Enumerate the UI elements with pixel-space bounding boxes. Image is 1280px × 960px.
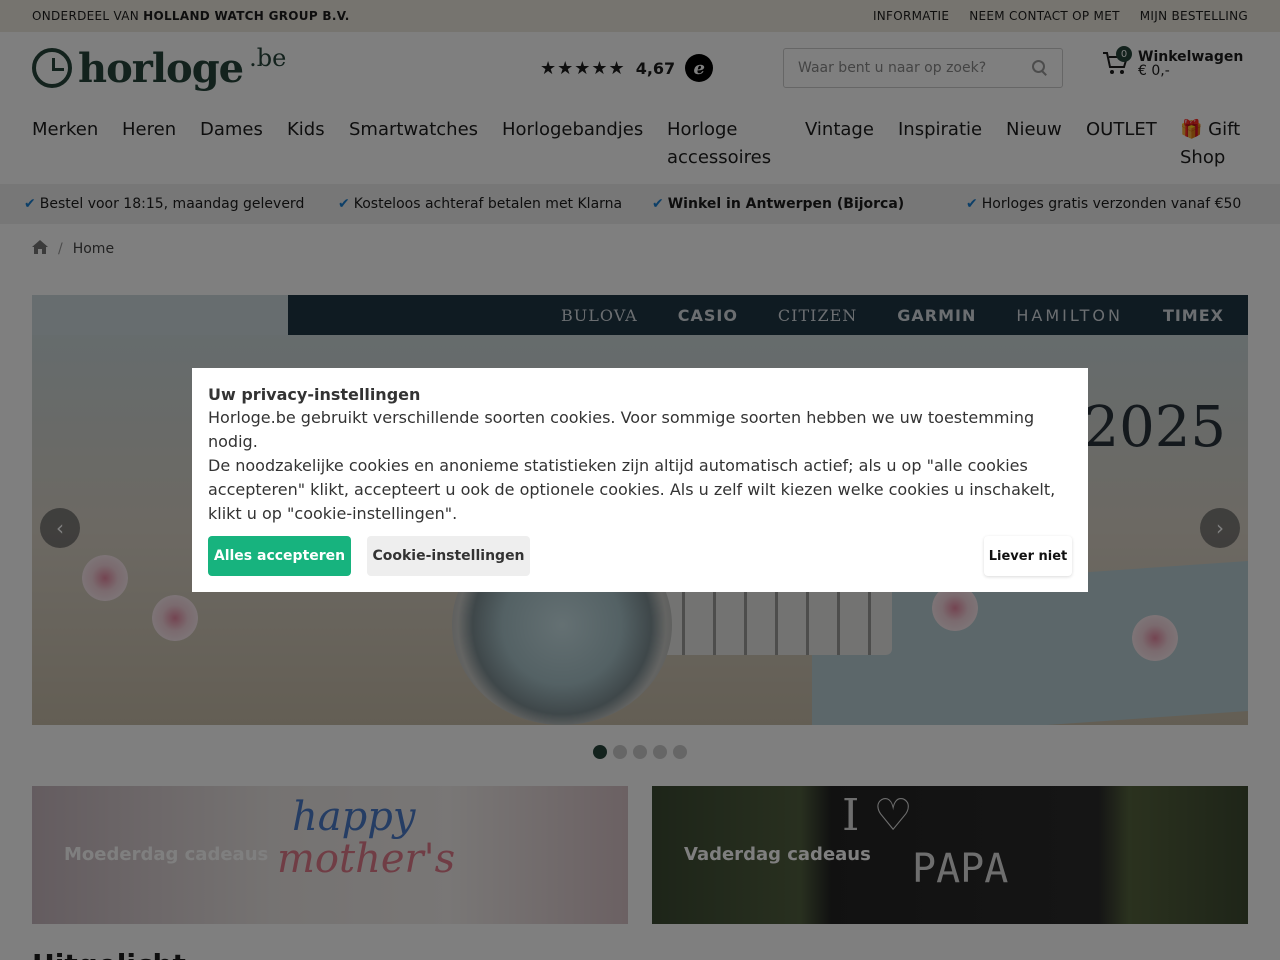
cookie-text-1: Horloge.be gebruikt verschillende soorte… (208, 408, 1035, 451)
accept-all-button[interactable]: Alles accepteren (208, 536, 351, 576)
cookie-actions: Alles accepteren Cookie-instellingen Lie… (208, 536, 1072, 576)
cookie-text-2: De noodzakelijke cookies en anonieme sta… (208, 456, 1056, 523)
decline-button[interactable]: Liever niet (984, 536, 1072, 576)
cookie-title: Uw privacy-instellingen (208, 385, 421, 404)
cookie-settings-button[interactable]: Cookie-instellingen (367, 536, 530, 576)
cookie-dialog: Uw privacy-instellingen Horloge.be gebru… (192, 368, 1088, 592)
